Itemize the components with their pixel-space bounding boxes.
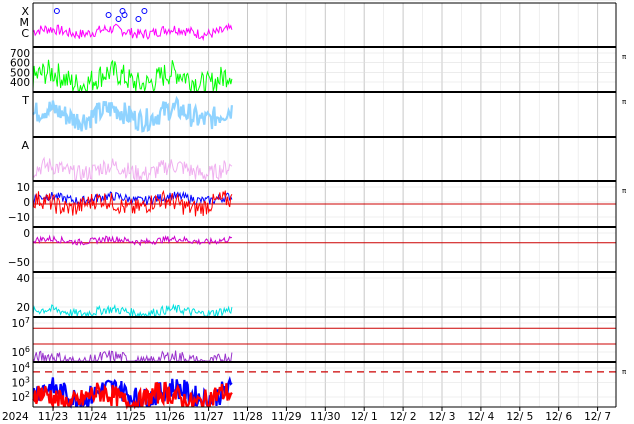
x-tick-label: 12/ 5 [506, 411, 533, 423]
x-tick-label: 11/23 [38, 411, 68, 423]
y-tick-label: 106 [12, 345, 30, 359]
panel-right-mark: π [622, 187, 627, 195]
x-tick-label: 12/ 2 [390, 411, 417, 423]
x-tick-label: 11/24 [77, 411, 108, 423]
x-tick-label: 12/ 3 [429, 411, 456, 423]
space-weather-chart: XMC700600500400πT πA100−10π0−504020107106… [0, 0, 627, 423]
x-tick-label: 11/29 [271, 411, 301, 423]
series-line [32, 190, 233, 206]
x-tick-label: 12/ 6 [545, 411, 572, 423]
y-tick-label: 40 [17, 273, 30, 285]
series-line [32, 59, 233, 93]
series-line [32, 234, 233, 247]
y-tick-label: 107 [12, 316, 30, 330]
flare-marker [141, 8, 148, 14]
y-tick-label: 102 [12, 390, 30, 404]
x-tick-label: 12/ 7 [584, 411, 611, 423]
y-tick-label: 0 [23, 228, 30, 240]
flare-marker [105, 12, 112, 18]
x-tick-label: 11/26 [155, 411, 186, 423]
x-tick-label: 11/30 [310, 411, 340, 423]
x-tick-label: 11/27 [193, 411, 223, 423]
y-tick-label: 104 [12, 361, 30, 375]
y-tick-label: 103 [12, 376, 30, 390]
y-tick-label: 400 [10, 77, 30, 89]
series-line [32, 303, 233, 318]
y-tick-label: −10 [8, 212, 30, 224]
x-tick-label: 11/28 [232, 411, 262, 423]
x-tick-label: 11/25 [116, 411, 146, 423]
x-axis-year: 2024 [2, 411, 29, 423]
x-tick-label: 12/ 4 [467, 411, 494, 423]
panel-label: C [21, 27, 29, 40]
flare-marker [135, 16, 142, 22]
panel-right-mark: π [622, 98, 627, 106]
y-tick-label: 10 [17, 182, 30, 194]
series-line [32, 156, 233, 182]
flare-marker [115, 16, 122, 22]
series-line [32, 22, 233, 42]
panel-label: T [21, 94, 29, 107]
x-tick-label: 12/ 1 [351, 411, 378, 423]
y-tick-label: 100 [12, 0, 30, 3]
y-tick-label: 0 [23, 197, 30, 209]
flare-marker [121, 12, 128, 18]
flare-marker [53, 8, 60, 14]
panel-right-mark: π [622, 53, 627, 61]
panel-label: A [21, 139, 29, 152]
series-line [32, 95, 233, 133]
y-tick-label: −50 [8, 257, 30, 269]
panel-right-mark: π [622, 368, 627, 376]
y-tick-label: 20 [17, 302, 30, 314]
series-line [32, 189, 233, 217]
